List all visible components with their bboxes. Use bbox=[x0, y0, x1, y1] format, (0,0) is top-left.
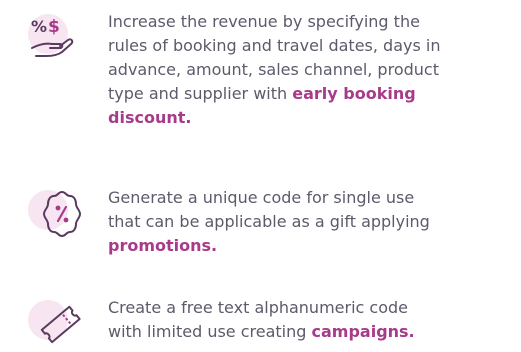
feature-promotions-text: Generate a unique code for single use th… bbox=[108, 186, 513, 258]
svg-text:$: $ bbox=[48, 17, 60, 37]
text-line: Create a free text alphanumeric code bbox=[108, 298, 408, 317]
text-line: advance, amount, sales channel, product bbox=[108, 60, 439, 79]
text-line: Increase the revenue by specifying the bbox=[108, 12, 420, 31]
campaigns-highlight: campaigns. bbox=[311, 322, 415, 341]
discount-hand-icon: % $ bbox=[22, 10, 92, 66]
discount-highlight: discount. bbox=[108, 108, 192, 127]
early-booking-highlight: early booking bbox=[292, 84, 416, 103]
ticket-svg bbox=[40, 305, 81, 344]
feature-campaigns-text: Create a free text alphanumeric code wit… bbox=[108, 296, 513, 344]
promo-badge-svg bbox=[43, 191, 81, 237]
text-line: with limited use creating campaigns. bbox=[108, 320, 513, 344]
text-line: discount. bbox=[108, 106, 513, 130]
text-fragment: type and supplier with bbox=[108, 84, 293, 103]
text-line: Generate a unique code for single use bbox=[108, 188, 415, 207]
text-line: promotions. bbox=[108, 234, 513, 258]
text-line: rules of booking and travel dates, days … bbox=[108, 36, 441, 55]
svg-text:%: % bbox=[31, 17, 47, 36]
promotions-highlight: promotions. bbox=[108, 236, 218, 255]
text-fragment: with limited use creating bbox=[108, 322, 312, 341]
ticket-icon bbox=[22, 296, 92, 352]
text-line: type and supplier with early booking bbox=[108, 82, 513, 106]
promo-badge-icon bbox=[22, 186, 92, 242]
text-line: that can be applicable as a gift applyin… bbox=[108, 212, 430, 231]
discount-hand-svg: % $ bbox=[31, 17, 74, 57]
feature-early-booking-text: Increase the revenue by specifying the r… bbox=[108, 10, 513, 130]
